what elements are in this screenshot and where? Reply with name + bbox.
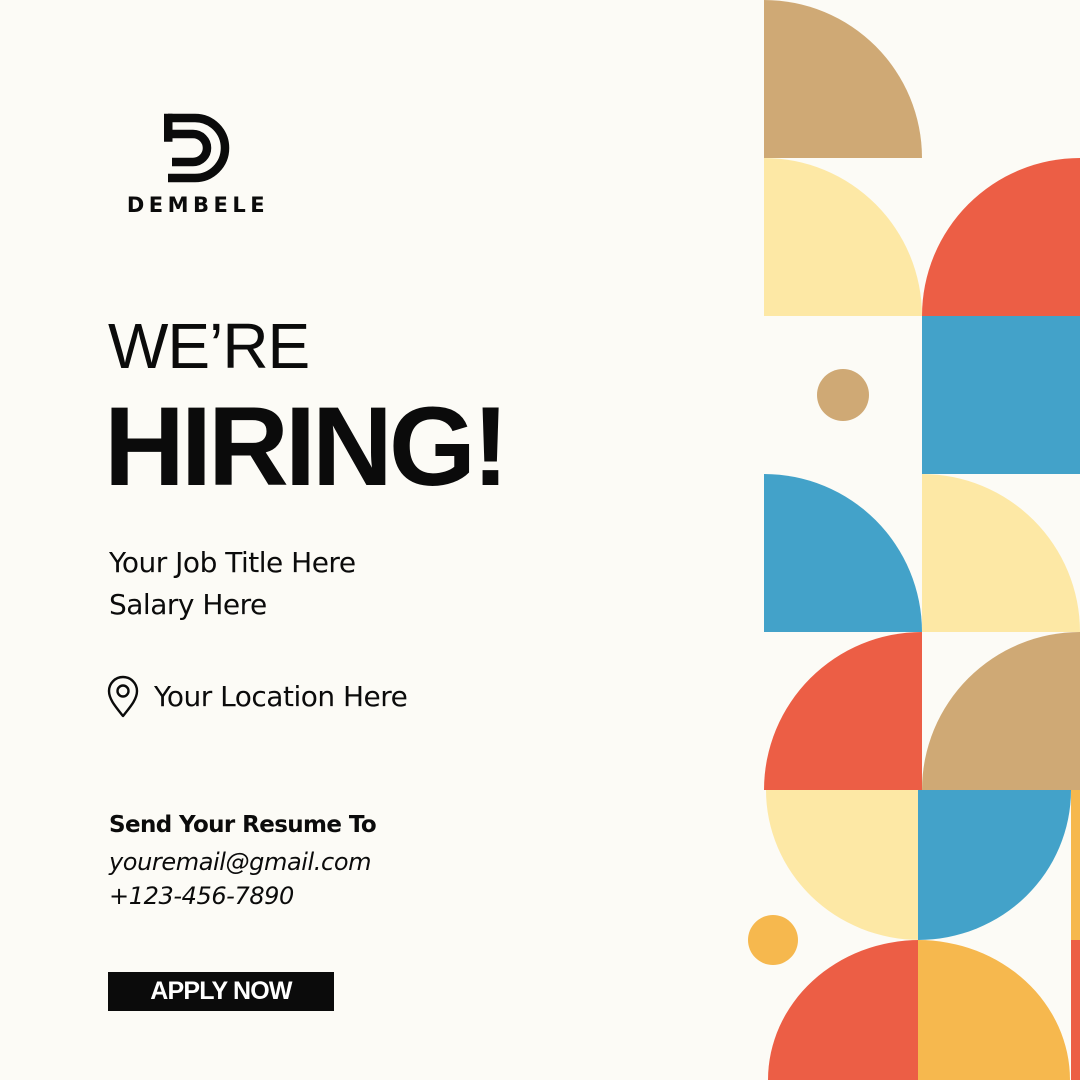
quarter-circle-blue-2 [918, 790, 1071, 940]
edge-strip-coral [1071, 940, 1080, 1080]
quarter-circle-coral [922, 158, 1080, 316]
job-title: Your Job Title Here [109, 546, 356, 579]
brand-logo: DEMBELE [112, 110, 284, 220]
quarter-circle-cream [764, 158, 922, 316]
quarter-circle-coral-3 [768, 940, 920, 1080]
contact-phone-link[interactable]: +123-456-7890 [109, 879, 294, 913]
quarter-circle-tan [764, 0, 922, 158]
edge-strip-orange [1071, 790, 1080, 940]
brand-name: DEMBELE [126, 193, 270, 217]
contact-email-link[interactable]: youremail@gmail.com [109, 845, 372, 879]
quarter-circle-coral-2 [764, 632, 922, 790]
quarter-circle-tan-2 [922, 632, 1080, 790]
dot-orange [748, 915, 798, 965]
salary: Salary Here [109, 588, 267, 621]
d-monogram-icon [164, 113, 230, 183]
quarter-circle-cream-2 [922, 474, 1080, 632]
quarter-circle-cream-3 [766, 790, 920, 940]
dot-tan [817, 369, 869, 421]
contact-label: Send Your Resume To [109, 812, 377, 838]
headline-were: WE’RE [108, 310, 310, 382]
location-text: Your Location Here [154, 680, 408, 713]
location-pin-icon [107, 675, 139, 718]
headline-hiring: HIRING! [104, 384, 509, 509]
location-row: Your Location Here [106, 672, 408, 722]
hiring-poster: DEMBELE WE’RE HIRING! Your Job Title Her… [0, 0, 1080, 1080]
quarter-circle-blue [764, 474, 922, 632]
apply-now-button[interactable]: APPLY NOW [108, 972, 334, 1011]
square-blue [922, 316, 1080, 474]
quarter-circle-orange [918, 940, 1070, 1080]
